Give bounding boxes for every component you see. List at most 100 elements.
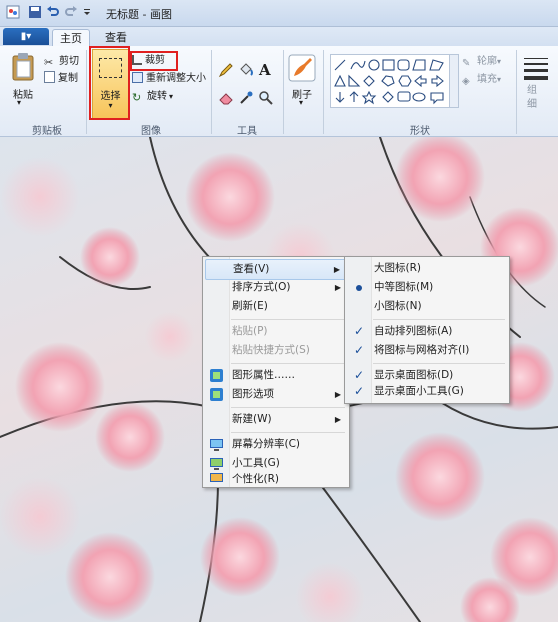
resize-label: 重新调整大小 bbox=[146, 73, 206, 84]
menu-item-screen-resolution[interactable]: 屏幕分辨率(C) bbox=[205, 435, 347, 454]
paste-dropdown-arrow[interactable]: ▾ bbox=[17, 98, 21, 107]
menu-item-gadgets-label: 小工具(G) bbox=[232, 457, 280, 469]
menu-item-graphics-options[interactable]: 图形选项 ▶ bbox=[205, 385, 347, 404]
redo-icon[interactable] bbox=[64, 5, 78, 19]
menu-item-paste: 粘贴(P) bbox=[205, 322, 347, 341]
size-button[interactable]: 组细 bbox=[527, 84, 543, 112]
eraser-icon[interactable] bbox=[218, 90, 234, 106]
image-group-label: 图像 bbox=[141, 126, 161, 137]
brush-icon[interactable] bbox=[288, 54, 316, 82]
canvas-image[interactable]: 查看(V) ▶ 排序方式(O) ▶ 刷新(E) 粘贴(P) 粘贴快捷方式(S) … bbox=[0, 137, 558, 622]
shapes-grid bbox=[334, 59, 444, 105]
menu-item-new[interactable]: 新建(W) ▶ bbox=[205, 410, 347, 429]
tab-home[interactable]: 主页 bbox=[52, 29, 90, 47]
menu-item-paste-label: 粘贴(P) bbox=[232, 325, 268, 337]
title-bar: 无标题 - 画图 bbox=[0, 0, 558, 27]
rotate-dropdown-arrow: ▾ bbox=[169, 92, 174, 101]
checkmark-icon: ✓ bbox=[354, 343, 365, 357]
submenu-item-medium-icons[interactable]: 中等图标(M) bbox=[347, 278, 507, 297]
submenu-item-auto-arrange[interactable]: ✓ 自动排列图标(A) bbox=[347, 322, 507, 341]
menu-separator bbox=[373, 363, 505, 364]
menu-separator bbox=[231, 432, 345, 433]
tab-view[interactable]: 查看 bbox=[98, 29, 134, 46]
gadgets-icon bbox=[210, 458, 223, 470]
menu-item-screen-resolution-label: 屏幕分辨率(C) bbox=[232, 438, 301, 450]
desktop-context-menu: 查看(V) ▶ 排序方式(O) ▶ 刷新(E) 粘贴(P) 粘贴快捷方式(S) … bbox=[202, 256, 350, 488]
annotation-highlight-crop bbox=[130, 51, 178, 71]
monitor-icon bbox=[210, 439, 223, 451]
menu-separator bbox=[231, 319, 345, 320]
menu-item-sort-by[interactable]: 排序方式(O) ▶ bbox=[205, 278, 347, 297]
shapes-group-label: 形状 bbox=[410, 126, 430, 137]
small-icons-label: 小图标(N) bbox=[374, 300, 422, 312]
selected-radio-icon bbox=[356, 285, 362, 291]
show-desktop-gadgets-label: 显示桌面小工具(G) bbox=[374, 385, 464, 397]
menu-item-view[interactable]: 查看(V) ▶ bbox=[205, 259, 347, 280]
save-icon[interactable] bbox=[28, 5, 42, 19]
pencil-icon[interactable] bbox=[218, 62, 234, 78]
line-size-icon[interactable] bbox=[522, 54, 550, 82]
copy-button[interactable]: 复制 bbox=[44, 71, 78, 87]
large-icons-label: 大图标(R) bbox=[374, 262, 421, 274]
menu-item-graphics-properties-label: 图形属性…… bbox=[232, 369, 295, 381]
cut-button[interactable]: ✂ 剪切 bbox=[44, 54, 79, 70]
magnifier-icon[interactable] bbox=[258, 90, 274, 106]
outline-icon: ✎ bbox=[462, 58, 471, 69]
submenu-item-align-to-grid[interactable]: ✓ 将图标与网格对齐(I) bbox=[347, 341, 507, 360]
submenu-item-small-icons[interactable]: 小图标(N) bbox=[347, 297, 507, 316]
submenu-item-large-icons[interactable]: 大图标(R) bbox=[347, 259, 507, 278]
submenu-arrow-icon: ▶ bbox=[333, 265, 340, 274]
annotation-highlight-select bbox=[89, 46, 130, 120]
shapes-scrollbar[interactable] bbox=[449, 54, 459, 108]
menu-item-paste-shortcut-label: 粘贴快捷方式(S) bbox=[232, 344, 310, 356]
brushes-dropdown-arrow[interactable]: ▾ bbox=[299, 98, 303, 107]
copy-icon bbox=[44, 71, 55, 83]
view-submenu: 大图标(R) 中等图标(M) 小图标(N) ✓ 自动排列图标(A) ✓ 将图标与… bbox=[344, 256, 510, 404]
fill-dropdown-arrow: ▾ bbox=[497, 75, 502, 84]
menu-item-paste-shortcut: 粘贴快捷方式(S) bbox=[205, 341, 347, 360]
text-tool-icon[interactable]: A bbox=[259, 61, 271, 79]
fill-icon: ◈ bbox=[462, 76, 470, 87]
clipboard-group-label: 剪贴板 bbox=[32, 126, 62, 137]
menu-item-refresh[interactable]: 刷新(E) bbox=[205, 297, 347, 316]
group-divider bbox=[211, 50, 212, 134]
cut-label: 剪切 bbox=[59, 56, 79, 67]
copy-label: 复制 bbox=[58, 73, 78, 84]
resize-button[interactable]: 重新调整大小 bbox=[132, 71, 206, 87]
menu-item-new-label: 新建(W) bbox=[232, 413, 272, 425]
menu-item-sort-label: 排序方式(O) bbox=[232, 281, 291, 293]
group-divider bbox=[283, 50, 284, 134]
shapes-gallery[interactable] bbox=[330, 54, 450, 108]
scissors-icon: ✂ bbox=[44, 56, 54, 69]
menu-separator bbox=[231, 407, 345, 408]
menu-item-personalize-label: 个性化(R) bbox=[232, 473, 279, 485]
group-divider bbox=[86, 50, 87, 134]
medium-icons-label: 中等图标(M) bbox=[374, 281, 434, 293]
tools-group-label: 工具 bbox=[237, 126, 257, 137]
submenu-arrow-icon: ▶ bbox=[334, 390, 341, 399]
customize-toolbar-icon[interactable] bbox=[82, 5, 92, 19]
rotate-button[interactable]: ↻ 旋转 ▾ bbox=[132, 89, 173, 105]
auto-arrange-label: 自动排列图标(A) bbox=[374, 325, 453, 337]
menu-item-graphics-options-label: 图形选项 bbox=[232, 388, 274, 400]
align-to-grid-label: 将图标与网格对齐(I) bbox=[374, 344, 470, 356]
ribbon-tabs: ▮▾ 主页 查看 bbox=[0, 27, 558, 47]
menu-item-personalize[interactable]: 个性化(R) bbox=[205, 473, 347, 485]
group-divider bbox=[516, 50, 517, 134]
resize-icon bbox=[132, 72, 143, 83]
submenu-item-show-desktop-gadgets[interactable]: ✓ 显示桌面小工具(G) bbox=[347, 383, 507, 400]
outline-dropdown-arrow: ▾ bbox=[497, 57, 502, 66]
undo-icon[interactable] bbox=[46, 5, 60, 19]
menu-item-gadgets[interactable]: 小工具(G) bbox=[205, 454, 347, 473]
app-menu-button[interactable]: ▮▾ bbox=[3, 28, 49, 45]
fill-bucket-icon[interactable] bbox=[238, 62, 254, 78]
menu-item-graphics-properties[interactable]: 图形属性…… bbox=[205, 366, 347, 385]
color-picker-icon[interactable] bbox=[238, 90, 254, 106]
fill-button[interactable]: ◈ 填充▾ bbox=[462, 72, 501, 88]
paste-button[interactable]: 粘贴 bbox=[10, 86, 36, 101]
outline-button[interactable]: ✎ 轮廓▾ bbox=[462, 54, 501, 70]
paste-icon[interactable] bbox=[10, 52, 36, 82]
ribbon: 粘贴 ▾ ✂ 剪切 复制 剪贴板 选择 ▾ 裁剪 重新调整大小 ↻ 旋转 ▾ 图像 A… bbox=[0, 46, 558, 137]
checkmark-icon: ✓ bbox=[354, 384, 365, 398]
checkmark-icon: ✓ bbox=[354, 324, 365, 338]
